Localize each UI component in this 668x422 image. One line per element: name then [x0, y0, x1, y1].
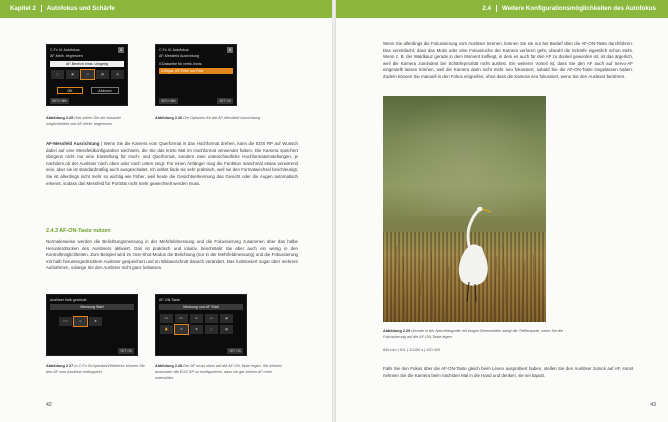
star-icon[interactable]: ✱	[190, 325, 203, 334]
screen-subtitle: Messung und AF Start	[159, 304, 243, 310]
exif-line: 840 mm | f/11 | 1/1150 s | ISO 400	[383, 348, 441, 352]
info-tag: INFO Hilfe	[159, 98, 178, 104]
caption-label: Abbildung 2.27	[46, 364, 74, 368]
body-paragraph-closing: Falls Sie den Fokus über die AF-ON-Taste…	[383, 366, 633, 378]
selected-option[interactable]: AF-Bereich einst. Umgebg	[50, 61, 124, 67]
set-ok-tag[interactable]: SET OK	[118, 348, 134, 354]
right-page: 2.4 Weitere Konfigurationsmöglichkeiten d…	[336, 0, 668, 422]
menu-option[interactable]: 0:Dasselbe für vertik./horiz.	[159, 61, 233, 67]
settings-icon[interactable]: ⚙	[174, 324, 189, 335]
figure-caption-2-25: Abbildung 2.25 Hier sehen Sie die Auswah…	[46, 116, 142, 128]
bird-photo-icon	[392, 206, 536, 322]
screen-title: AF-ON-Taste	[159, 298, 180, 302]
screen-subtitle: AF-Messfeld Ausrichtung	[159, 54, 199, 58]
chapter-label: Kapitel 2	[10, 5, 36, 12]
grid-icon[interactable]: ⊞	[190, 314, 203, 323]
caption-text: Gerade in der Naturfotografie mit langen…	[383, 329, 563, 339]
caption-label: Abbildung 2.26	[155, 116, 183, 120]
menu-screen-af-on-taste: AF-ON-Taste Messung und AF Start AF AF· …	[155, 294, 247, 356]
af-area-icon[interactable]: ▢	[51, 70, 64, 79]
caption-label: Abbildung 2.25	[46, 116, 74, 120]
caption-label: Abbildung 2.28	[155, 364, 183, 368]
cancel-button[interactable]: Abbruch	[91, 87, 119, 94]
function-icons: AF AF· ⊞ ⊟ ▣ ✋ ⚙ ✱ ▢ ▦	[160, 314, 244, 335]
frame-icon[interactable]: ▦	[220, 325, 233, 334]
caption-text: Die Optionen für die AF-Messfeld Ausrich…	[183, 116, 261, 120]
figure-caption-2-26: Abbildung 2.26 Die Optionen für die AF-M…	[155, 116, 285, 122]
menu-screen-af-ausrichtung: C.Fn III: Autofokus 6 AF-Messfeld Ausric…	[155, 44, 237, 106]
section-number: 2.4	[482, 5, 491, 12]
af-area-icon[interactable]: ▦	[96, 70, 109, 79]
body-paragraph-af-on-continued: Wenn Sie allerdings die Fokussierung vom…	[383, 41, 633, 79]
body-paragraph-af-messfeld: AF-Messfeld Ausrichtung | Wenn Sie die K…	[46, 141, 298, 187]
menu-option-selected[interactable]: 1:Separ. AF-Feld: nur Feld	[159, 68, 233, 74]
body-lead: AF-Messfeld Ausrichtung	[46, 141, 100, 146]
grid-icon[interactable]: ⊟	[205, 314, 218, 323]
af-off-icon[interactable]: AF·	[175, 314, 188, 323]
menu-screen-af-methode: C.Fn III: Autofokus 5 AF-Meth. begrenzen…	[46, 44, 128, 106]
heron-photo	[383, 96, 546, 322]
set-ok-tag[interactable]: SET OK	[217, 98, 233, 104]
page-number: 43	[650, 402, 656, 408]
page-number: 42	[46, 402, 52, 408]
frame-icon[interactable]: ▢	[205, 325, 218, 334]
running-head-right: 2.4 Weitere Konfigurationsmöglichkeiten d…	[336, 0, 668, 18]
body-text: | Wenn Sie die Kamera vom Querformat in …	[46, 141, 299, 186]
figure-caption-2-28: Abbildung 2.28 Der AF muss dann auf die …	[155, 364, 285, 381]
set-ok-tag[interactable]: SET OK	[227, 348, 243, 354]
menu-screen-ausloeser: Auslöser halb gedrückt Messung Start ▭▭ …	[46, 294, 138, 356]
lock-icon[interactable]: ▣	[220, 314, 233, 323]
running-head-left: Kapitel 2 Autofokus und Schärfe	[0, 0, 332, 18]
af-area-icon[interactable]: ◫	[80, 69, 95, 80]
figure-caption-2-27: Abbildung 2.27 In C.Fn III:Operation/Wei…	[46, 364, 146, 376]
section-heading: 2.4.3 AF-ON-Taste nutzen	[46, 228, 111, 234]
screen-subtitle: AF-Meth. begrenzen	[50, 54, 83, 58]
af-area-icons: ▢ ▣ ◫ ▦ ▤	[51, 69, 124, 80]
info-tag: INFO Hilfe	[50, 98, 69, 104]
section-title: Weitere Konfigurationsmöglichkeiten des …	[501, 5, 656, 12]
caption-label: Abbildung 2.29	[383, 329, 411, 333]
metering-icon[interactable]: ▭▭	[59, 317, 72, 326]
screen-title: Auslöser halb gedrückt	[50, 298, 87, 302]
star-icon[interactable]: ✱	[89, 317, 102, 326]
hand-icon[interactable]: ✋	[160, 325, 173, 334]
af-icon[interactable]: ◎	[73, 316, 88, 327]
function-icons: ▭▭ ◎ ✱	[59, 316, 102, 327]
chapter-title: Autofokus und Schärfe	[46, 5, 115, 12]
ok-button[interactable]: OK	[57, 87, 83, 94]
left-page: Kapitel 2 Autofokus und Schärfe C.Fn III:…	[0, 0, 332, 422]
body-paragraph-af-on: Normalerweise werden die Belichtungsmess…	[46, 239, 298, 271]
figure-caption-2-29: Abbildung 2.29 Gerade in der Naturfotogr…	[383, 329, 583, 341]
af-area-icon[interactable]: ▤	[111, 70, 124, 79]
af-area-icon[interactable]: ▣	[66, 70, 79, 79]
screen-subtitle: Messung Start	[50, 304, 134, 310]
af-on-icon[interactable]: AF	[160, 314, 173, 323]
